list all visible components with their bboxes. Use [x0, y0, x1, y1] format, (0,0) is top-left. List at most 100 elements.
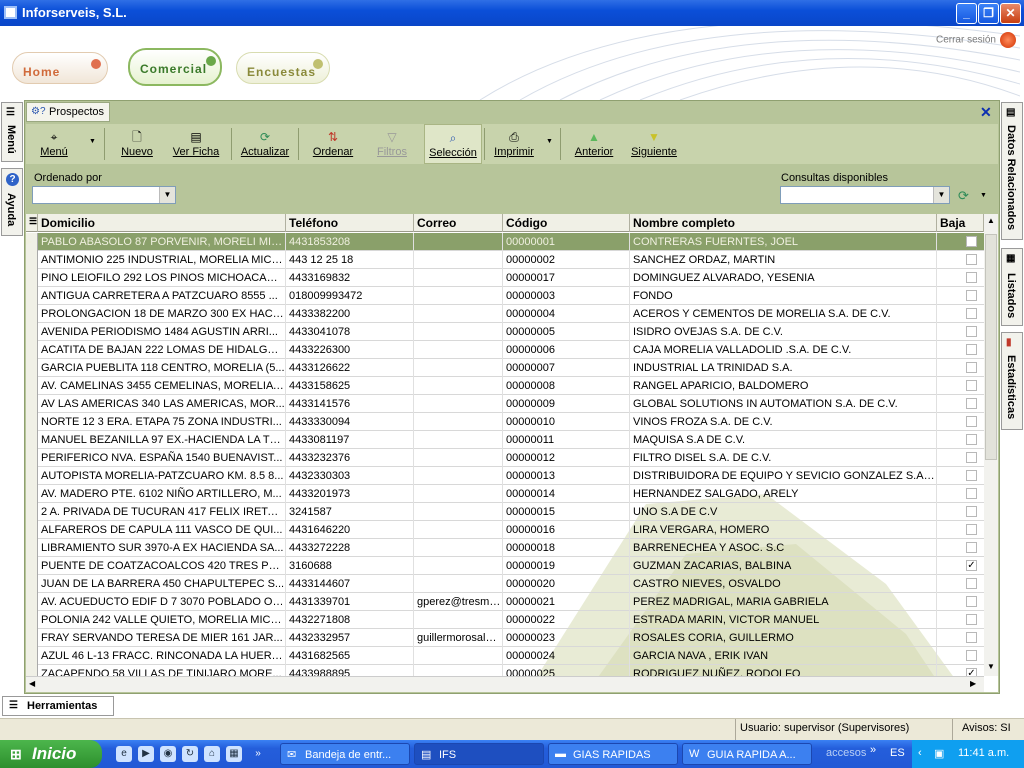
cell-domicilio[interactable]: GARCIA PUEBLITA 118 CENTRO, MORELIA (5..…	[38, 359, 286, 377]
cell-nombre[interactable]: DOMINGUEZ ALVARADO, YESENIA	[630, 269, 937, 287]
cell-codigo[interactable]: 00000002	[503, 251, 630, 269]
scroll-left-icon[interactable]: ◀	[29, 679, 35, 688]
cell-nombre[interactable]: DISTRIBUIDORA DE EQUIPO Y SEVICIO GONZAL…	[630, 467, 937, 485]
menu-dropdown-icon[interactable]: ▼	[89, 138, 96, 145]
table-row[interactable]: POLONIA 242 VALLE QUIETO, MORELIA MICH..…	[26, 611, 984, 629]
table-row[interactable]: MANUEL BEZANILLA 97 EX.-HACIENDA LA TR..…	[26, 431, 984, 449]
cell-nombre[interactable]: FONDO	[630, 287, 937, 305]
cell-telefono[interactable]: 4433330094	[286, 413, 414, 431]
maximize-button[interactable]: ❐	[978, 3, 999, 24]
cell-nombre[interactable]: RANGEL APARICIO, BALDOMERO	[630, 377, 937, 395]
table-row[interactable]: ALFAREROS DE CAPULA 111 VASCO DE QUI... 4…	[26, 521, 984, 539]
table-row[interactable]: LIBRAMIENTO SUR 3970-A EX HACIENDA SA...…	[26, 539, 984, 557]
cell-nombre[interactable]: MAQUISA S.A DE C.V.	[630, 431, 937, 449]
language-indicator[interactable]: ES	[890, 747, 905, 759]
table-row[interactable]: PUENTE DE COATZACOALCOS 420 TRES PU... 31…	[26, 557, 984, 575]
baja-checkbox[interactable]	[966, 632, 977, 643]
column-header-baja[interactable]: Baja	[937, 214, 984, 232]
cell-correo[interactable]	[414, 647, 503, 665]
table-row[interactable]: AUTOPISTA MORELIA-PATZCUARO KM. 8.5 8...…	[26, 467, 984, 485]
cell-telefono[interactable]: 4433226300	[286, 341, 414, 359]
cell-telefono[interactable]: 4433158625	[286, 377, 414, 395]
baja-checkbox[interactable]	[966, 362, 977, 373]
table-row[interactable]: PROLONGACION 18 DE MARZO 300 EX HACIE...…	[26, 305, 984, 323]
baja-checkbox[interactable]	[966, 308, 977, 319]
row-selector[interactable]	[26, 557, 38, 575]
row-selector[interactable]	[26, 377, 38, 395]
cell-telefono[interactable]: 3160688	[286, 557, 414, 575]
column-header-nombre[interactable]: Nombre completo	[630, 214, 937, 232]
cell-domicilio[interactable]: 2 A. PRIVADA DE TUCURAN 417 FELIX IRETA,…	[38, 503, 286, 521]
side-tab-lists[interactable]: ▦ Listados	[1001, 248, 1023, 326]
cell-nombre[interactable]: ESTRADA MARIN, VICTOR MANUEL	[630, 611, 937, 629]
table-row[interactable]: JUAN DE LA BARRERA 450 CHAPULTEPEC S... 4…	[26, 575, 984, 593]
row-selector[interactable]	[26, 269, 38, 287]
table-row[interactable]: 2 A. PRIVADA DE TUCURAN 417 FELIX IRETA,…	[26, 503, 984, 521]
tools-tab[interactable]: ☰ Herramientas	[2, 696, 114, 716]
print-button[interactable]: ⎙ Imprimir	[490, 124, 538, 164]
baja-checkbox[interactable]	[966, 272, 977, 283]
cell-nombre[interactable]: CONTRERAS FUERNTES, JOEL	[630, 233, 937, 251]
side-tab-help[interactable]: ? Ayuda	[1, 168, 23, 236]
baja-checkbox[interactable]	[966, 236, 977, 247]
cell-telefono[interactable]: 4433081197	[286, 431, 414, 449]
cell-domicilio[interactable]: JUAN DE LA BARRERA 450 CHAPULTEPEC S...	[38, 575, 286, 593]
filters-button[interactable]: ▽ Filtros	[372, 124, 412, 164]
start-button[interactable]: ⊞ Inicio	[0, 740, 102, 768]
next-button[interactable]: ▼ Siguiente	[628, 124, 680, 164]
cell-telefono[interactable]: 4433126622	[286, 359, 414, 377]
cell-codigo[interactable]: 00000022	[503, 611, 630, 629]
table-row[interactable]: AV. MADERO PTE. 6102 NIÑO ARTILLERO, M..…	[26, 485, 984, 503]
cell-codigo[interactable]: 00000021	[503, 593, 630, 611]
cell-codigo[interactable]: 00000023	[503, 629, 630, 647]
cell-correo[interactable]	[414, 251, 503, 269]
cell-domicilio[interactable]: PROLONGACION 18 DE MARZO 300 EX HACIE...	[38, 305, 286, 323]
cell-correo[interactable]	[414, 503, 503, 521]
baja-checkbox[interactable]	[966, 326, 977, 337]
cell-correo[interactable]	[414, 233, 503, 251]
cell-correo[interactable]	[414, 521, 503, 539]
cell-codigo[interactable]: 00000020	[503, 575, 630, 593]
task-gias[interactable]: ▬ GIAS RAPIDAS	[548, 743, 678, 765]
cell-correo[interactable]	[414, 539, 503, 557]
table-row[interactable]: AV. CAMELINAS 3455 CEMELINAS, MORELIA (.…	[26, 377, 984, 395]
cell-domicilio[interactable]: LIBRAMIENTO SUR 3970-A EX HACIENDA SA...	[38, 539, 286, 557]
baja-checkbox[interactable]	[966, 452, 977, 463]
queries-select[interactable]: ▼	[780, 186, 950, 204]
cell-domicilio[interactable]: AVENIDA PERIODISMO 1484 AGUSTIN ARRI...	[38, 323, 286, 341]
quick-access-label[interactable]: accesos	[826, 747, 866, 759]
cell-codigo[interactable]: 00000005	[503, 323, 630, 341]
cell-domicilio[interactable]: AZUL 46 L-13 FRACC. RINCONADA LA HUERT..…	[38, 647, 286, 665]
cell-nombre[interactable]: ISIDRO OVEJAS S.A. DE C.V.	[630, 323, 937, 341]
order-by-select[interactable]: ▼	[32, 186, 176, 204]
cell-nombre[interactable]: LIRA VERGARA, HOMERO	[630, 521, 937, 539]
cell-correo[interactable]	[414, 557, 503, 575]
row-selector[interactable]	[26, 431, 38, 449]
cell-domicilio[interactable]: POLONIA 242 VALLE QUIETO, MORELIA MICH..…	[38, 611, 286, 629]
horizontal-scrollbar[interactable]: ◀ ▶	[26, 676, 984, 692]
cell-correo[interactable]	[414, 341, 503, 359]
cell-telefono[interactable]: 4433382200	[286, 305, 414, 323]
table-row[interactable]: PINO LEIOFILO 292 LOS PINOS MICHOACAN, .…	[26, 269, 984, 287]
table-row[interactable]: AZUL 46 L-13 FRACC. RINCONADA LA HUERT..…	[26, 647, 984, 665]
cell-domicilio[interactable]: NORTE 12 3 ERA. ETAPA 75 ZONA INDUSTRI..…	[38, 413, 286, 431]
baja-checkbox[interactable]	[966, 254, 977, 265]
media-player-icon[interactable]: ▶	[138, 746, 154, 762]
media-center-icon[interactable]: ◉	[160, 746, 176, 762]
cell-telefono[interactable]: 4433169832	[286, 269, 414, 287]
baja-checkbox[interactable]	[966, 380, 977, 391]
baja-checkbox[interactable]	[966, 416, 977, 427]
cell-telefono[interactable]: 4432271808	[286, 611, 414, 629]
row-selector[interactable]	[26, 287, 38, 305]
cell-nombre[interactable]: INDUSTRIAL LA TRINIDAD S.A.	[630, 359, 937, 377]
cell-nombre[interactable]: ROSALES CORIA, GUILLERMO	[630, 629, 937, 647]
scroll-down-icon[interactable]: ▼	[987, 662, 995, 671]
column-header-correo[interactable]: Correo	[414, 214, 503, 232]
cell-codigo[interactable]: 00000001	[503, 233, 630, 251]
menu-button[interactable]: ⌖ Menú	[32, 124, 76, 164]
baja-checkbox[interactable]	[966, 290, 977, 301]
nav-comercial[interactable]: Comercial	[128, 48, 222, 86]
sort-button[interactable]: ⇅ Ordenar	[308, 124, 358, 164]
cell-codigo[interactable]: 00000010	[503, 413, 630, 431]
row-selector[interactable]	[26, 449, 38, 467]
